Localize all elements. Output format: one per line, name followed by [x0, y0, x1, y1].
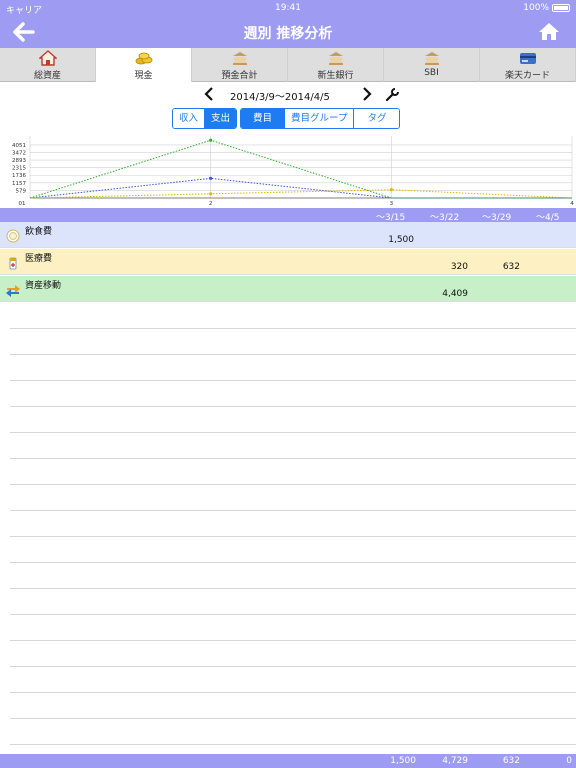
list-separator	[10, 380, 576, 381]
coins-icon	[135, 52, 152, 65]
list-separator	[10, 458, 576, 459]
expense-segment[interactable]: 支出	[205, 109, 237, 128]
home-icon	[539, 23, 559, 40]
week-total: 0	[566, 756, 572, 766]
transfer-icon	[6, 285, 20, 297]
list-separator	[10, 640, 576, 641]
item-segment[interactable]: 費目	[241, 109, 286, 128]
category-row-asset-transfer[interactable]: 資産移動 4,409	[0, 276, 576, 302]
data-point	[389, 188, 393, 192]
bank-icon	[328, 52, 343, 65]
data-point	[209, 138, 213, 142]
chevron-right-icon	[363, 87, 372, 101]
tab-sbi[interactable]: SBI	[384, 48, 480, 82]
credit-card-icon	[519, 53, 536, 64]
grouping-toggle: 費目 費目グループ タグ	[240, 108, 401, 129]
week-total: 632	[502, 756, 520, 766]
y-tick-label: 579	[16, 188, 27, 194]
tab-cash[interactable]: 現金	[96, 48, 192, 82]
list-separator	[10, 588, 576, 589]
y-tick-label: 2315	[12, 166, 26, 172]
account-tab-bar: 総資産 現金 預金合計 新生銀行 SBI 楽天カード	[0, 48, 576, 82]
battery-percent: 100%	[523, 3, 549, 13]
house-icon	[38, 50, 57, 66]
data-point	[209, 192, 213, 196]
previous-period-button[interactable]	[204, 86, 214, 106]
list-separator	[10, 744, 576, 745]
tab-label: 総資産	[33, 71, 61, 81]
list-separator	[10, 666, 576, 667]
category-name: 飲食費	[25, 227, 53, 237]
list-separator	[10, 328, 576, 329]
plate-icon	[6, 229, 20, 243]
medicine-icon	[9, 257, 17, 270]
home-button[interactable]	[538, 21, 562, 43]
clock: 19:41	[275, 3, 301, 13]
week-total: 4,729	[442, 756, 468, 766]
series-line	[29, 177, 572, 199]
list-separator	[10, 406, 576, 407]
week-value: 1,500	[388, 235, 414, 245]
week-header: 〜3/15 〜3/22 〜3/29 〜4/5	[0, 208, 576, 223]
week-value: 320	[450, 262, 468, 272]
period-range-label: 2014/3/9〜2014/4/5	[230, 92, 330, 103]
bank-icon	[424, 52, 439, 65]
list-separator	[10, 484, 576, 485]
data-point	[209, 176, 213, 180]
period-selector: 2014/3/9〜2014/4/5	[0, 86, 576, 104]
series-line	[29, 189, 573, 199]
tab-label: 預金合計	[221, 71, 258, 81]
page-title: 週別 推移分析	[243, 26, 333, 42]
tab-shinsei-bank[interactable]: 新生銀行	[288, 48, 384, 82]
list-separator	[10, 562, 576, 563]
week-value: 632	[502, 262, 520, 272]
tab-label: 現金	[134, 71, 153, 81]
list-separator	[10, 354, 576, 355]
tab-deposit-total[interactable]: 預金合計	[192, 48, 288, 82]
category-row-medical[interactable]: 医療費 320 632	[0, 249, 576, 275]
week-value: 4,409	[442, 289, 468, 299]
list-separator	[10, 614, 576, 615]
tab-label: 楽天カード	[504, 71, 550, 81]
tag-segment[interactable]: タグ	[354, 109, 400, 128]
category-name: 医療費	[25, 254, 53, 264]
bank-icon	[232, 52, 247, 65]
y-tick-label: 1157	[12, 181, 26, 187]
tab-label: 新生銀行	[317, 71, 354, 81]
x-tick-label: 4	[570, 201, 574, 207]
y-tick-label: 4051	[12, 143, 26, 149]
totals-bar: 1,500 4,729 632 0	[0, 754, 576, 768]
trend-chart: 5791157 17362315 2893 34724051 01 2 3 4	[12, 136, 574, 207]
y-tick-label: 3472	[12, 150, 26, 156]
tab-label: SBI	[424, 68, 439, 78]
x-tick-label: 01	[19, 201, 26, 207]
wrench-icon	[385, 88, 399, 102]
settings-button[interactable]	[385, 87, 399, 106]
list-separator	[10, 718, 576, 719]
battery-icon	[552, 4, 570, 12]
income-segment[interactable]: 収入	[173, 109, 206, 128]
status-bar: キャリア 19:41 100%	[0, 0, 576, 16]
list-separator	[10, 536, 576, 537]
chevron-left-icon	[204, 87, 213, 101]
tab-total-assets[interactable]: 総資産	[0, 48, 96, 82]
next-period-button[interactable]	[362, 86, 372, 106]
week-total: 1,500	[390, 756, 416, 766]
y-tick-label: 1736	[12, 173, 26, 179]
income-expense-toggle: 収入 支出	[172, 108, 238, 129]
item-group-segment[interactable]: 費目グループ	[285, 109, 355, 128]
x-tick-label: 2	[209, 201, 213, 207]
list-separator	[10, 692, 576, 693]
y-tick-label: 2893	[12, 158, 26, 164]
x-tick-label: 3	[390, 201, 394, 207]
category-row-food[interactable]: 飲食費 1,500	[0, 222, 576, 248]
category-name: 資産移動	[25, 281, 62, 291]
list-separator	[10, 432, 576, 433]
nav-bar: 週別 推移分析	[0, 16, 576, 48]
list-separator	[10, 510, 576, 511]
battery-indicator: 100%	[523, 3, 570, 13]
app-screen: キャリア 19:41 100% 週別 推移分析 総資産 現金 預金合計 新生銀行…	[0, 0, 576, 768]
tab-rakuten-card[interactable]: 楽天カード	[480, 48, 576, 82]
